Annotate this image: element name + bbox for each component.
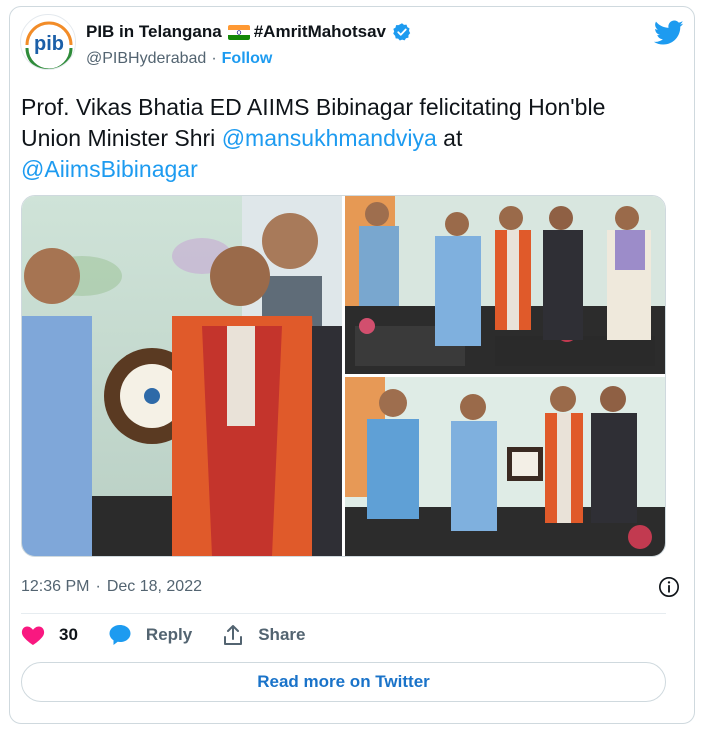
reply-bubble-icon: [109, 625, 131, 645]
avatar[interactable]: pib: [20, 14, 76, 70]
pib-logo: pib: [22, 16, 75, 69]
tweet-time: 12:36 PM: [21, 578, 90, 595]
meta-separator: ·: [95, 578, 101, 595]
like-count: 30: [59, 625, 78, 644]
divider: [21, 613, 666, 614]
mention-aiimsbibinagar[interactable]: @AiimsBibinagar: [21, 156, 198, 182]
reply-label: Reply: [145, 625, 193, 644]
like-button[interactable]: 30: [21, 624, 78, 646]
info-icon[interactable]: [658, 576, 680, 598]
handle-separator: ·: [211, 50, 217, 67]
handle-row: @PIBHyderabad · Follow: [86, 50, 272, 68]
tweet-timestamp[interactable]: 12:36 PM · Dec 18, 2022: [21, 578, 202, 596]
verified-badge-icon: [393, 23, 411, 41]
tweet-text: Prof. Vikas Bhatia ED AIIMS Bibinagar fe…: [21, 92, 671, 185]
tweet-text-part2: at: [436, 125, 463, 151]
handle[interactable]: @PIBHyderabad: [86, 50, 206, 68]
tweet-actions: 30 Reply Share: [21, 624, 335, 646]
reply-button[interactable]: Reply: [108, 624, 192, 646]
author-name-row[interactable]: PIB in Telangana #AmritMahotsav: [86, 20, 412, 44]
follow-button[interactable]: Follow: [222, 50, 273, 68]
photo-bottom-right[interactable]: [345, 377, 665, 556]
share-button[interactable]: Share: [222, 624, 305, 646]
heart-icon: [21, 626, 45, 645]
read-more-label: Read more on Twitter: [257, 672, 430, 691]
svg-text:pib: pib: [34, 33, 64, 55]
share-icon: [224, 625, 243, 645]
share-label: Share: [258, 625, 306, 644]
photo-top-right[interactable]: [345, 196, 665, 374]
mention-mansukhmandviya[interactable]: @mansukhmandviya: [222, 125, 437, 151]
twitter-bird-icon[interactable]: [654, 20, 684, 46]
media-grid: [21, 195, 666, 557]
tweet-date: Dec 18, 2022: [106, 578, 202, 595]
read-more-button[interactable]: Read more on Twitter: [21, 662, 666, 702]
display-name-hashtag: #AmritMahotsav: [253, 22, 386, 41]
display-name[interactable]: PIB in Telangana: [86, 22, 222, 42]
photo-main[interactable]: [22, 196, 342, 556]
india-flag-icon: [227, 24, 250, 40]
